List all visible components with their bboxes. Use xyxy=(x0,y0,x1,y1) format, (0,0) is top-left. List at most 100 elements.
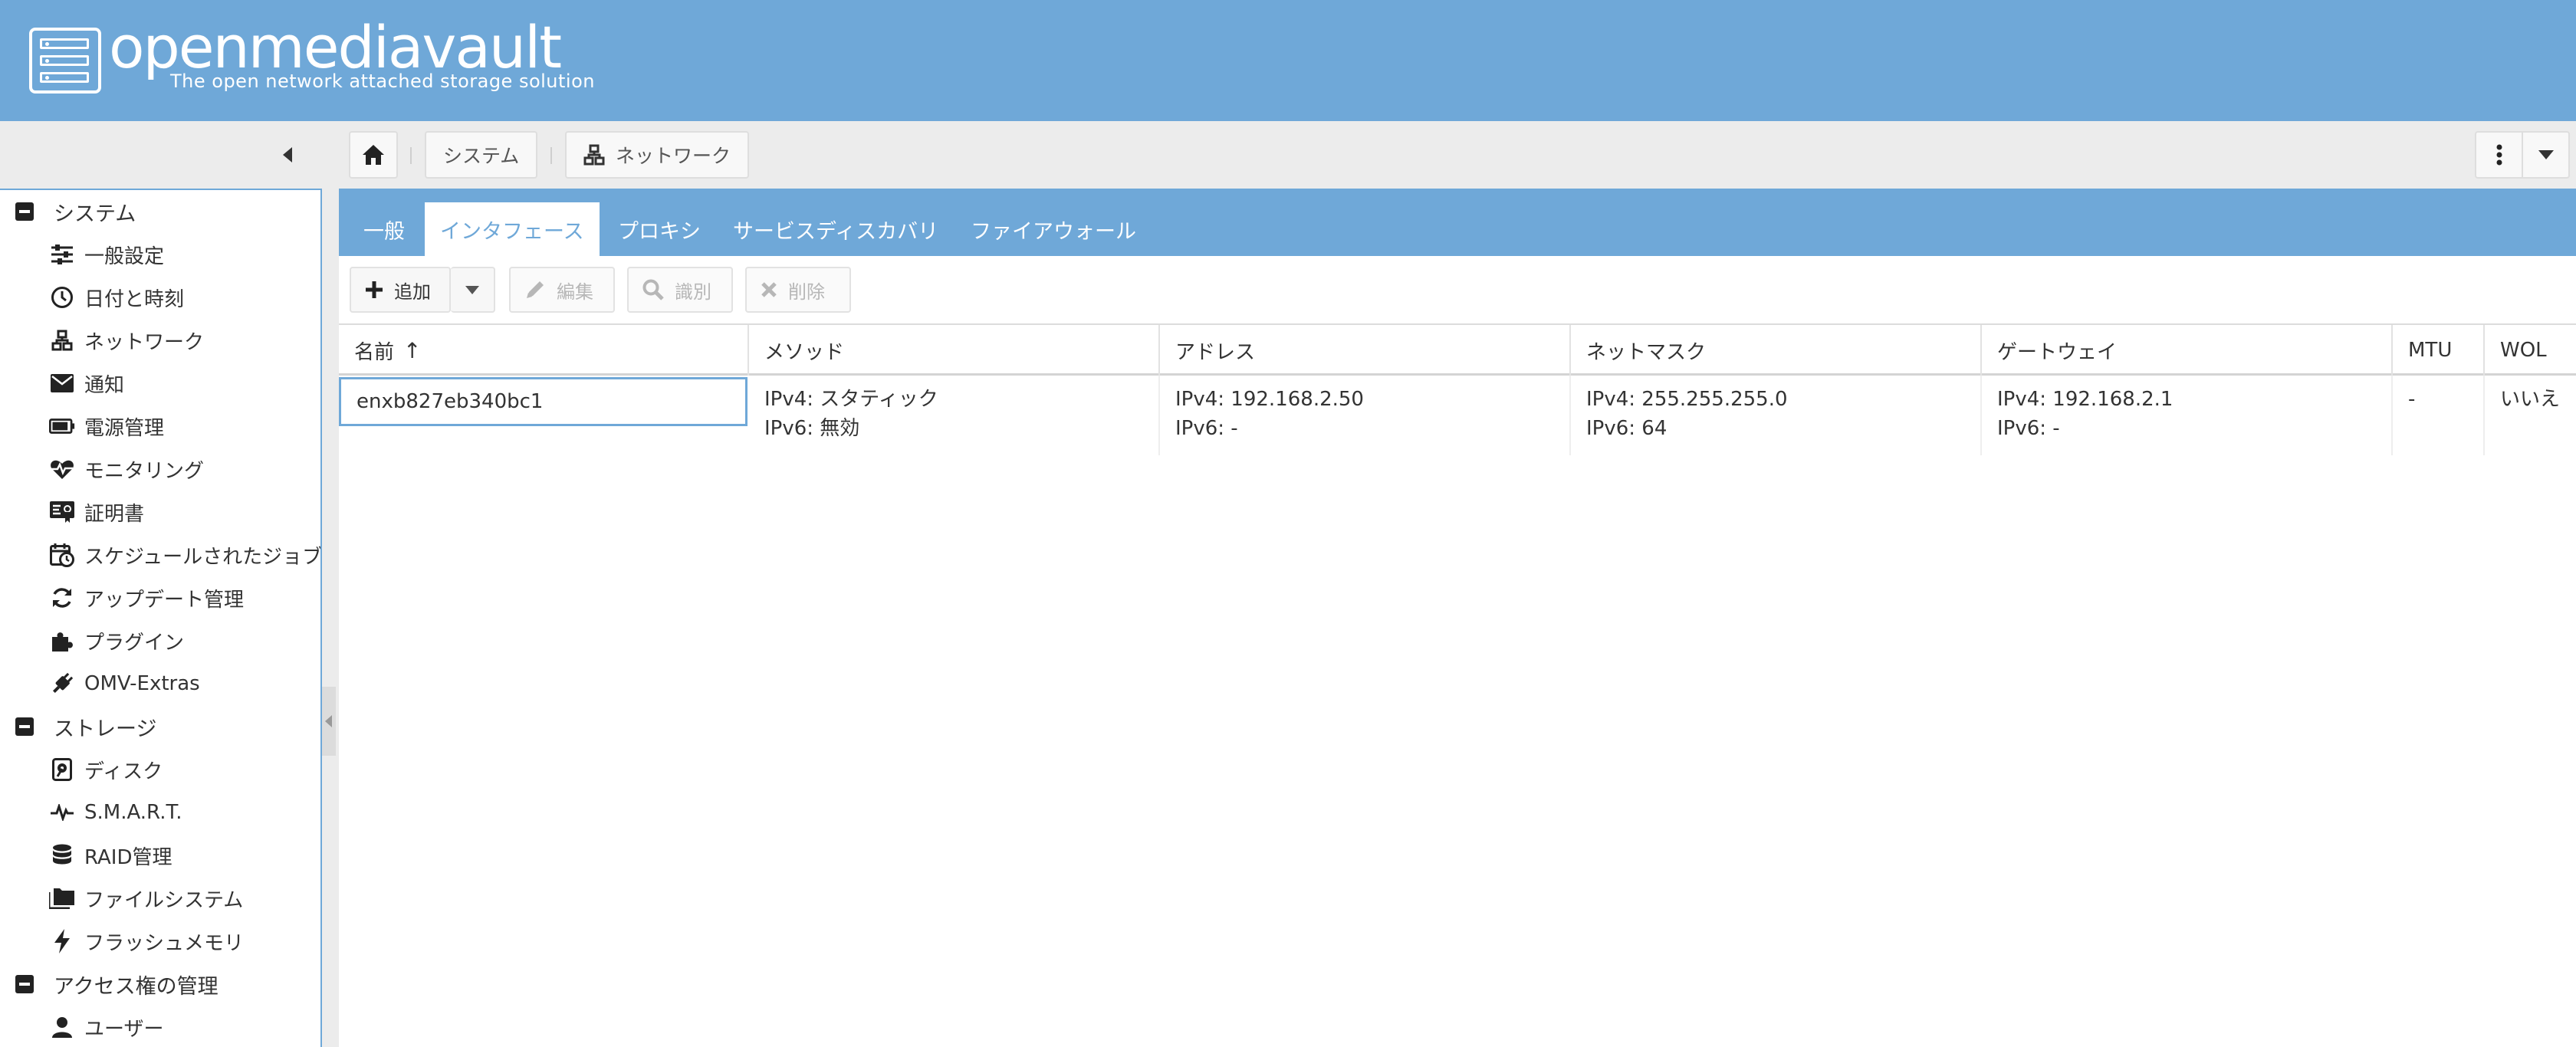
cell-mtu: - xyxy=(2393,376,2485,455)
sidebar-item-datetime[interactable]: 日付と時刻 xyxy=(0,276,320,319)
sidebar-group-access-rights[interactable]: アクセス権の管理 xyxy=(0,963,320,1006)
sidebar-item-filesystems[interactable]: ファイルシステム xyxy=(0,877,320,920)
grid-toolbar: 追加 編集 識別 削除 xyxy=(339,256,2576,325)
column-header-name[interactable]: 名前 ↑ xyxy=(339,325,749,376)
sidebar-item-scheduled-jobs[interactable]: スケジュールされたジョブ xyxy=(0,533,320,576)
breadcrumb-label: ネットワーク xyxy=(616,145,731,167)
tab-service-discovery[interactable]: サービスディスカバリ xyxy=(718,202,954,256)
top-menu xyxy=(2475,131,2570,179)
cell-method: IPv4: スタティック IPv6: 無効 xyxy=(749,376,1160,455)
envelope-icon xyxy=(49,370,75,396)
refresh-icon xyxy=(49,585,75,611)
caret-down-icon xyxy=(2538,150,2554,159)
sidebar-item-smart[interactable]: S.M.A.R.T. xyxy=(0,791,320,834)
plug-icon xyxy=(49,671,75,697)
puzzle-icon xyxy=(49,628,75,654)
caret-down-icon xyxy=(465,285,479,294)
splitter-handle[interactable] xyxy=(322,687,336,756)
tab-proxy[interactable]: プロキシ xyxy=(603,202,716,256)
pulse-icon xyxy=(49,799,75,825)
user-icon xyxy=(49,1014,75,1040)
column-header-mtu[interactable]: MTU xyxy=(2393,325,2485,376)
app-subtitle: The open network attached storage soluti… xyxy=(170,71,595,92)
cell-netmask: IPv4: 255.255.255.0 IPv6: 64 xyxy=(1571,376,1982,455)
column-header-address[interactable]: アドレス xyxy=(1160,325,1571,376)
breadcrumb-network[interactable]: ネットワーク xyxy=(565,131,750,179)
breadcrumb-label: システム xyxy=(443,145,520,167)
battery-icon xyxy=(49,413,75,439)
collapse-sidebar-button[interactable] xyxy=(276,143,301,167)
network-icon xyxy=(583,144,605,166)
folders-icon xyxy=(49,885,75,911)
sidebar-item-certificates[interactable]: 証明書 xyxy=(0,491,320,533)
column-header-netmask[interactable]: ネットマスク xyxy=(1571,325,1982,376)
sidebar-item-general[interactable]: 一般設定 xyxy=(0,233,320,276)
collapse-icon xyxy=(15,975,34,993)
add-button[interactable]: 追加 xyxy=(350,267,451,313)
grid-header: 名前 ↑ メソッド アドレス ネットマスク ゲートウェイ MTU WOL xyxy=(339,325,2576,376)
certificate-icon xyxy=(49,499,75,525)
column-header-gateway[interactable]: ゲートウェイ xyxy=(1982,325,2393,376)
cell-wol: いいえ xyxy=(2500,388,2561,411)
logo-icon xyxy=(29,28,101,94)
sidebar-item-monitoring[interactable]: モニタリング xyxy=(0,448,320,491)
sidebar-item-disks[interactable]: ディスク xyxy=(0,748,320,791)
disk-icon xyxy=(49,757,75,783)
sidebar-group-storage[interactable]: ストレージ xyxy=(0,705,320,748)
sidebar-item-network[interactable]: ネットワーク xyxy=(0,319,320,362)
edit-button[interactable]: 編集 xyxy=(509,267,615,313)
heartbeat-icon xyxy=(49,456,75,482)
cell-name[interactable]: enxb827eb340bc1 xyxy=(339,377,748,426)
more-menu-button[interactable] xyxy=(2476,133,2523,177)
breadcrumb-bar: システム ネットワーク xyxy=(0,121,2576,189)
sidebar-item-notification[interactable]: 通知 xyxy=(0,362,320,405)
identify-button[interactable]: 識別 xyxy=(627,267,733,313)
ellipsis-vertical-icon xyxy=(2496,144,2502,166)
network-icon xyxy=(49,327,75,353)
sidebar: システム 一般設定 日付と時刻 ネットワーク 通知 電源管理 モニタリング 証明… xyxy=(0,189,322,1047)
pencil-icon xyxy=(527,281,544,298)
tab-interfaces[interactable]: インタフェース xyxy=(425,202,600,256)
dropdown-button[interactable] xyxy=(2523,133,2568,177)
delete-button[interactable]: 削除 xyxy=(745,267,851,313)
tab-general[interactable]: 一般 xyxy=(348,202,420,256)
sidebar-item-users[interactable]: ユーザー xyxy=(0,1006,320,1047)
collapse-icon xyxy=(15,202,34,221)
sidebar-item-flash-memory[interactable]: フラッシュメモリ xyxy=(0,920,320,963)
sidebar-item-update-management[interactable]: アップデート管理 xyxy=(0,576,320,619)
sort-ascending-icon: ↑ xyxy=(403,337,422,363)
add-button-label: 追加 xyxy=(394,281,431,303)
sidebar-splitter[interactable] xyxy=(322,189,339,1047)
sidebar-item-omv-extras[interactable]: OMV-Extras xyxy=(0,662,320,705)
sidebar-group-system[interactable]: システム xyxy=(0,190,320,233)
sliders-icon xyxy=(49,241,75,267)
table-row[interactable]: enxb827eb340bc1 IPv4: スタティック IPv6: 無効 IP… xyxy=(339,376,2576,455)
collapse-icon xyxy=(15,717,34,736)
app-header: openmediavault The open network attached… xyxy=(0,0,2576,121)
column-header-method[interactable]: メソッド xyxy=(749,325,1160,376)
tab-bar: 一般 インタフェース プロキシ サービスディスカバリ ファイアウォール xyxy=(339,189,2576,256)
breadcrumb-separator xyxy=(550,147,552,164)
add-dropdown-button[interactable] xyxy=(451,267,495,313)
caret-left-icon xyxy=(325,715,332,727)
cell-gateway: IPv4: 192.168.2.1 IPv6: - xyxy=(1982,376,2393,455)
close-icon xyxy=(761,282,777,297)
delete-button-label: 削除 xyxy=(788,281,825,303)
column-header-wol[interactable]: WOL xyxy=(2485,325,2576,376)
home-icon xyxy=(363,145,384,165)
app-title: openmediavault xyxy=(109,13,562,81)
tab-firewall[interactable]: ファイアウォール xyxy=(955,202,1152,256)
cell-address: IPv4: 192.168.2.50 IPv6: - xyxy=(1160,376,1571,455)
edit-button-label: 編集 xyxy=(557,281,593,303)
bolt-icon xyxy=(49,928,75,954)
breadcrumb-system[interactable]: システム xyxy=(425,131,538,179)
sidebar-item-raid[interactable]: RAID管理 xyxy=(0,834,320,877)
sidebar-item-plugins[interactable]: プラグイン xyxy=(0,619,320,662)
clock-icon xyxy=(49,284,75,310)
plus-icon xyxy=(366,281,383,298)
breadcrumb-home[interactable] xyxy=(349,131,398,179)
sidebar-item-power[interactable]: 電源管理 xyxy=(0,405,320,448)
database-icon xyxy=(49,842,75,868)
identify-button-label: 識別 xyxy=(675,281,711,303)
calendar-clock-icon xyxy=(49,542,75,568)
